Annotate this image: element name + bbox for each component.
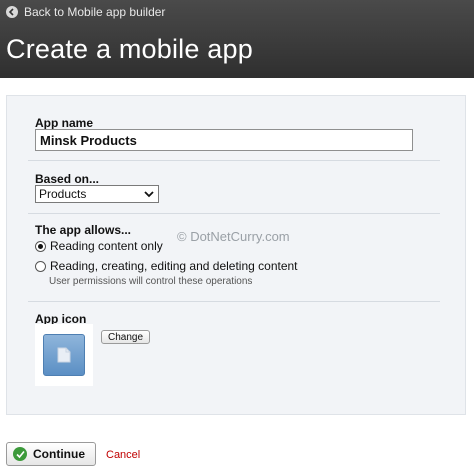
divider <box>28 160 440 161</box>
based-on-selected: Products <box>39 187 87 201</box>
page-title: Create a mobile app <box>6 34 253 64</box>
radio-reading-only[interactable]: Reading content only <box>35 239 163 253</box>
permissions-hint: User permissions will control these oper… <box>49 276 253 287</box>
based-on-label: Based on... <box>35 172 100 186</box>
continue-label: Continue <box>33 447 85 461</box>
divider <box>28 213 440 214</box>
radio-label: Reading content only <box>50 239 163 253</box>
radio-label: Reading, creating, editing and deleting … <box>50 259 298 273</box>
back-link-label: Back to Mobile app builder <box>24 5 166 19</box>
back-arrow-icon <box>6 6 18 18</box>
continue-button[interactable]: Continue <box>6 442 96 466</box>
page-header: Back to Mobile app builder Create a mobi… <box>0 0 474 78</box>
chevron-down-icon <box>144 191 154 198</box>
watermark: © DotNetCurry.com <box>177 229 290 244</box>
radio-button[interactable] <box>35 260 46 272</box>
app-name-input[interactable] <box>35 129 413 151</box>
radio-full-access[interactable]: Reading, creating, editing and deleting … <box>35 259 298 273</box>
radio-button-checked[interactable] <box>35 240 46 252</box>
app-name-label: App name <box>35 116 94 130</box>
cancel-link[interactable]: Cancel <box>106 449 140 461</box>
app-allows-label: The app allows... <box>35 223 132 237</box>
back-to-builder-link[interactable]: Back to Mobile app builder <box>6 4 165 20</box>
change-icon-button[interactable]: Change <box>101 330 150 344</box>
app-tile-icon <box>43 334 85 376</box>
checkmark-icon <box>13 447 27 461</box>
document-icon <box>57 347 71 363</box>
based-on-select[interactable]: Products <box>35 185 159 203</box>
divider <box>28 301 440 302</box>
app-icon-preview <box>35 324 93 386</box>
